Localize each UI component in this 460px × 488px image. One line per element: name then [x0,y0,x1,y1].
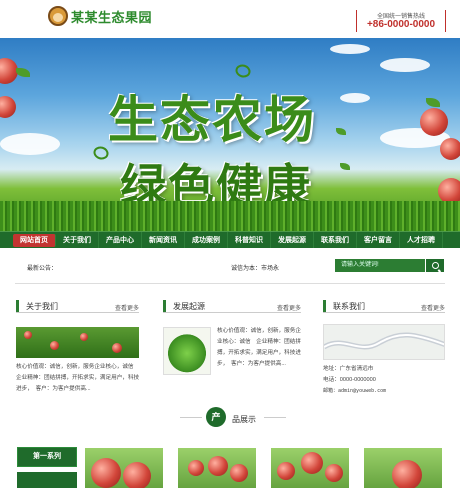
search-icon [431,262,439,269]
divider [180,417,202,418]
nav-item-cases[interactable]: 成功案例 [185,232,228,248]
apple-icon [123,462,151,488]
apple-icon [188,460,204,476]
site-logo[interactable]: 某某生态果园 [48,6,152,26]
divider [15,283,445,284]
banner-headline: 生态农场 [108,90,316,149]
product-card[interactable] [364,448,442,488]
title-bar-icon [16,300,19,312]
site-header: 某某生态果园 全国统一销售热线 +86-0000-0000 [0,0,460,38]
product-card[interactable] [178,448,256,488]
about-text: 核心价值观：诚信，创新，服务企业核心，诚信 企业精神：团结拼搏，开拓求实，满足用… [16,364,140,392]
products-title: 品展示 [232,415,256,424]
series-tab-1[interactable]: 第一系列 [17,447,77,467]
title-bar-icon [323,300,326,312]
leaf-icon [426,98,440,107]
apple-icon [392,460,422,488]
leaf-icon [336,128,346,135]
nav-item-jobs[interactable]: 人才招聘 [400,232,443,248]
nav-item-origin[interactable]: 发展起源 [271,232,314,248]
search-button[interactable] [426,259,444,272]
nav-item-contact[interactable]: 联系我们 [314,232,357,248]
series-tab-2[interactable] [17,472,77,488]
title-bar-icon [163,300,166,312]
cloud-icon [330,44,370,54]
contact-header: 联系我们 查看更多 [323,299,445,313]
notice-label: 最新公告： [27,266,58,272]
cloud-icon [380,58,430,72]
about-header: 关于我们 查看更多 [16,299,139,313]
apple-icon [50,341,59,350]
notice-ticker[interactable]: 诚信为本：市场永 [231,263,279,272]
nav-item-products[interactable]: 产品中心 [99,232,142,248]
mascot-icon [48,6,68,26]
apple-icon [91,458,121,488]
product-card[interactable] [271,448,349,488]
contact-address: 地址：广东省清远市 [323,366,374,372]
search-input[interactable]: 请输入关键词! [335,259,425,272]
hero-banner: 生态农场 绿色健康 [0,38,460,231]
contact-more-link[interactable]: 查看更多 [421,303,445,312]
hotline-box: 全国统一销售热线 +86-0000-0000 [356,10,446,32]
nav-item-guestbook[interactable]: 客户留言 [357,232,400,248]
nav-item-home[interactable]: 网站首页 [13,234,56,247]
apple-icon [420,108,448,136]
apple-icon [325,464,343,482]
apple-icon [112,343,122,353]
nav-item-about[interactable]: 关于我们 [56,232,99,248]
apple-icon [230,464,248,482]
apple-icon [80,333,88,341]
cloud-icon [0,133,60,155]
origin-header: 发展起源 查看更多 [163,299,301,313]
butterfly-icon [233,61,253,81]
leaf-icon [340,163,350,170]
origin-title: 发展起源 [173,302,205,311]
contact-title: 联系我们 [333,302,365,311]
divider [264,417,286,418]
apple-icon [301,452,323,474]
apple-icon [0,96,16,118]
grass-strip [0,201,460,231]
logo-text: 某某生态果园 [71,9,153,25]
about-image[interactable] [16,327,139,358]
map-image[interactable] [323,324,445,360]
origin-more-link[interactable]: 查看更多 [277,303,301,312]
origin-image[interactable] [163,327,211,375]
hotline-number: +86-0000-0000 [366,19,436,30]
nav-item-news[interactable]: 新闻资讯 [142,232,185,248]
apple-icon [440,138,460,160]
origin-text: 核心价值观：诚信，创新，服务企业核心：诚信 企业精神：团结拼搏，开拓求实，满足用… [217,328,301,367]
leaf-icon [16,68,30,77]
contact-email[interactable]: 邮箱：admin@youweb.com [323,386,445,397]
about-title: 关于我们 [26,302,58,311]
map-route-icon [324,332,444,350]
products-badge: 产 [206,407,226,427]
contact-phone: 电话：0000-0000000 [323,377,376,383]
product-card[interactable] [85,448,163,488]
nav-item-knowledge[interactable]: 科普知识 [228,232,271,248]
apple-icon [277,462,295,480]
apple-icon [208,456,228,476]
cloud-icon [340,93,370,103]
main-nav: 网站首页 关于我们 产品中心 新闻资讯 成功案例 科普知识 发展起源 联系我们 … [0,231,460,248]
about-more-link[interactable]: 查看更多 [115,303,139,312]
apple-icon [24,331,32,339]
